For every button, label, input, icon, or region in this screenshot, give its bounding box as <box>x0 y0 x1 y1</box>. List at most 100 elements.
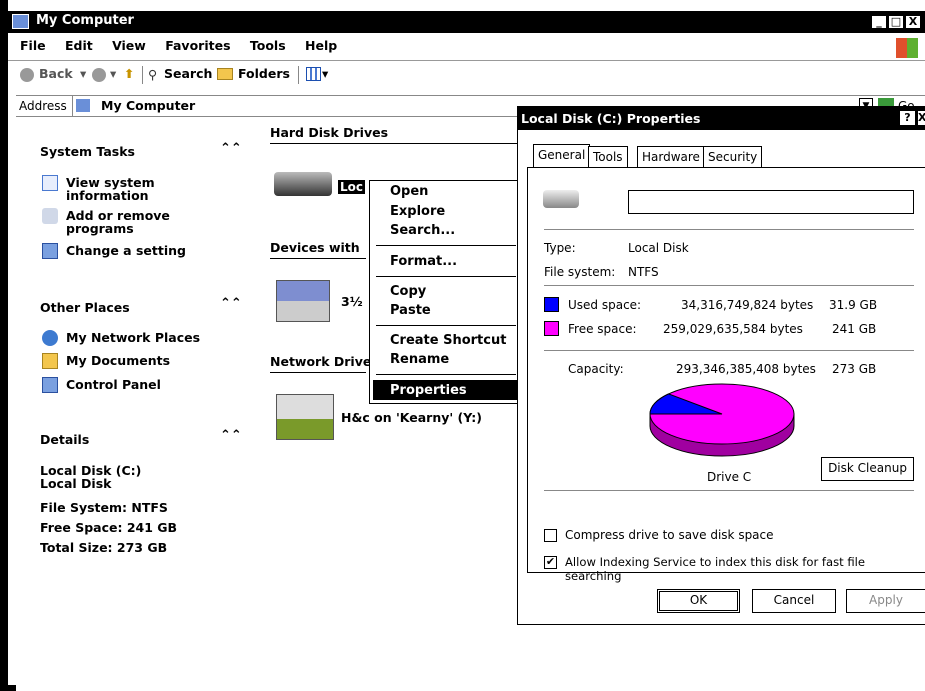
maximize-button[interactable]: □ <box>888 15 904 29</box>
capacity-bytes: 293,346,385,408 bytes <box>676 362 816 376</box>
menu-item-paste[interactable]: Paste <box>390 303 431 318</box>
add-remove-programs-icon <box>42 208 58 224</box>
folders-icon <box>217 68 233 80</box>
network-drive-label[interactable]: H&c on 'Kearny' (Y:) <box>341 410 482 425</box>
disk-usage-pie <box>649 383 795 457</box>
tab-hardware[interactable]: Hardware <box>637 146 705 168</box>
views-icon[interactable] <box>306 67 321 81</box>
my-documents-link[interactable]: My Documents <box>66 354 170 367</box>
up-folder-icon[interactable]: ⬆ <box>124 66 134 81</box>
ok-button[interactable]: OK <box>657 589 740 613</box>
close-button[interactable]: X <box>905 15 921 29</box>
control-panel-setting-icon <box>42 243 58 259</box>
menu-item-explore[interactable]: Explore <box>390 204 445 219</box>
menu-separator <box>376 325 516 326</box>
address-value: My Computer <box>101 98 196 113</box>
network-drive-icon[interactable] <box>276 394 334 440</box>
control-panel-link[interactable]: Control Panel <box>66 378 161 391</box>
tab-tools[interactable]: Tools <box>588 146 628 168</box>
floppy-drive-icon[interactable] <box>276 280 330 322</box>
local-disk-label[interactable]: Loc <box>338 180 366 194</box>
hard-disk-divider <box>270 143 520 144</box>
disk-cleanup-button[interactable]: Disk Cleanup <box>821 457 914 481</box>
used-space-swatch <box>544 297 559 312</box>
divider-2 <box>544 285 914 286</box>
system-info-icon <box>42 175 58 191</box>
views-dropdown-icon[interactable]: ▾ <box>322 66 328 81</box>
view-system-information-link[interactable]: View system information <box>66 176 166 202</box>
back-button[interactable]: Back <box>39 66 73 81</box>
menu-help[interactable]: Help <box>305 38 337 53</box>
hard-disk-drives-header: Hard Disk Drives <box>270 125 389 140</box>
local-disk-icon[interactable] <box>274 172 332 196</box>
toolbar-divider <box>142 66 143 84</box>
my-documents-icon <box>42 353 58 369</box>
compress-checkbox[interactable] <box>544 529 557 542</box>
divider-1 <box>544 229 914 230</box>
network-drives-header: Network Drive <box>270 354 372 369</box>
collapse-system-tasks-icon[interactable]: ⌃⌃ <box>220 141 242 156</box>
folders-button[interactable]: Folders <box>238 66 290 81</box>
windows-logo-icon <box>896 38 918 58</box>
menu-file[interactable]: File <box>20 38 46 53</box>
details-total-size: Total Size: 273 GB <box>40 540 168 555</box>
toolbar-divider-2 <box>298 66 299 84</box>
search-button[interactable]: Search <box>164 66 212 81</box>
search-icon: ⚲ <box>148 67 158 82</box>
menu-item-rename[interactable]: Rename <box>390 352 449 367</box>
menu-item-search[interactable]: Search... <box>390 223 455 238</box>
compress-label[interactable]: Compress drive to save disk space <box>565 528 774 542</box>
type-value: Local Disk <box>628 241 689 255</box>
menu-edit[interactable]: Edit <box>65 38 93 53</box>
other-places-title[interactable]: Other Places <box>40 300 130 315</box>
menu-separator <box>376 245 516 246</box>
devices-header: Devices with <box>270 240 360 255</box>
drive-name-field[interactable] <box>628 190 914 214</box>
collapse-details-icon[interactable]: ⌃⌃ <box>220 428 242 443</box>
menu-bar: File Edit View Favorites Tools Help <box>20 38 352 58</box>
indexing-label[interactable]: Allow Indexing Service to index this dis… <box>565 555 925 583</box>
free-space-gb: 241 GB <box>832 322 877 336</box>
type-label: Type: <box>544 241 576 255</box>
cancel-button[interactable]: Cancel <box>752 589 836 613</box>
menu-view[interactable]: View <box>112 38 146 53</box>
system-tasks-title[interactable]: System Tasks <box>40 144 135 159</box>
used-space-label: Used space: <box>568 298 642 312</box>
menu-tools[interactable]: Tools <box>250 38 286 53</box>
dialog-title-bar[interactable]: Local Disk (C:) Properties ? X <box>518 107 925 130</box>
menu-item-open[interactable]: Open <box>390 184 428 199</box>
dialog-close-button[interactable]: X <box>918 111 925 125</box>
apply-button[interactable]: Apply <box>846 589 925 613</box>
menu-item-properties[interactable]: Properties <box>390 383 467 398</box>
menu-favorites[interactable]: Favorites <box>165 38 230 53</box>
capacity-gb: 273 GB <box>832 362 877 376</box>
window-bottom-edge <box>8 685 16 691</box>
file-system-value: NTFS <box>628 265 659 279</box>
my-network-places-link[interactable]: My Network Places <box>66 331 200 344</box>
tab-security[interactable]: Security <box>703 146 763 168</box>
menu-divider <box>8 60 925 61</box>
dialog-help-button[interactable]: ? <box>900 111 915 125</box>
change-setting-link[interactable]: Change a setting <box>66 244 186 257</box>
add-remove-programs-link[interactable]: Add or remove programs <box>66 209 176 235</box>
collapse-other-places-icon[interactable]: ⌃⌃ <box>220 296 242 311</box>
minimize-button[interactable]: _ <box>871 15 887 29</box>
indexing-checkbox[interactable]: ✔ <box>544 556 557 569</box>
network-divider <box>270 372 366 373</box>
details-drive-type: Local Disk <box>40 476 112 491</box>
menu-item-create-shortcut[interactable]: Create Shortcut <box>390 333 506 348</box>
menu-item-copy[interactable]: Copy <box>390 284 426 299</box>
forward-arrow-icon[interactable] <box>92 68 106 82</box>
menu-separator <box>376 374 516 375</box>
floppy-drive-label[interactable]: 3½ <box>341 294 363 309</box>
forward-dropdown-icon[interactable]: ▾ <box>110 66 116 81</box>
window-title: My Computer <box>36 13 134 28</box>
tab-general[interactable]: General <box>533 144 591 168</box>
back-arrow-icon[interactable] <box>20 68 34 82</box>
menu-item-format[interactable]: Format... <box>390 254 457 269</box>
control-panel-icon <box>42 377 58 393</box>
back-dropdown-icon[interactable]: ▾ <box>80 66 86 81</box>
details-title[interactable]: Details <box>40 432 89 447</box>
used-space-bytes: 34,316,749,824 bytes <box>681 298 814 312</box>
title-bar[interactable]: My Computer _ □ X <box>8 11 925 33</box>
